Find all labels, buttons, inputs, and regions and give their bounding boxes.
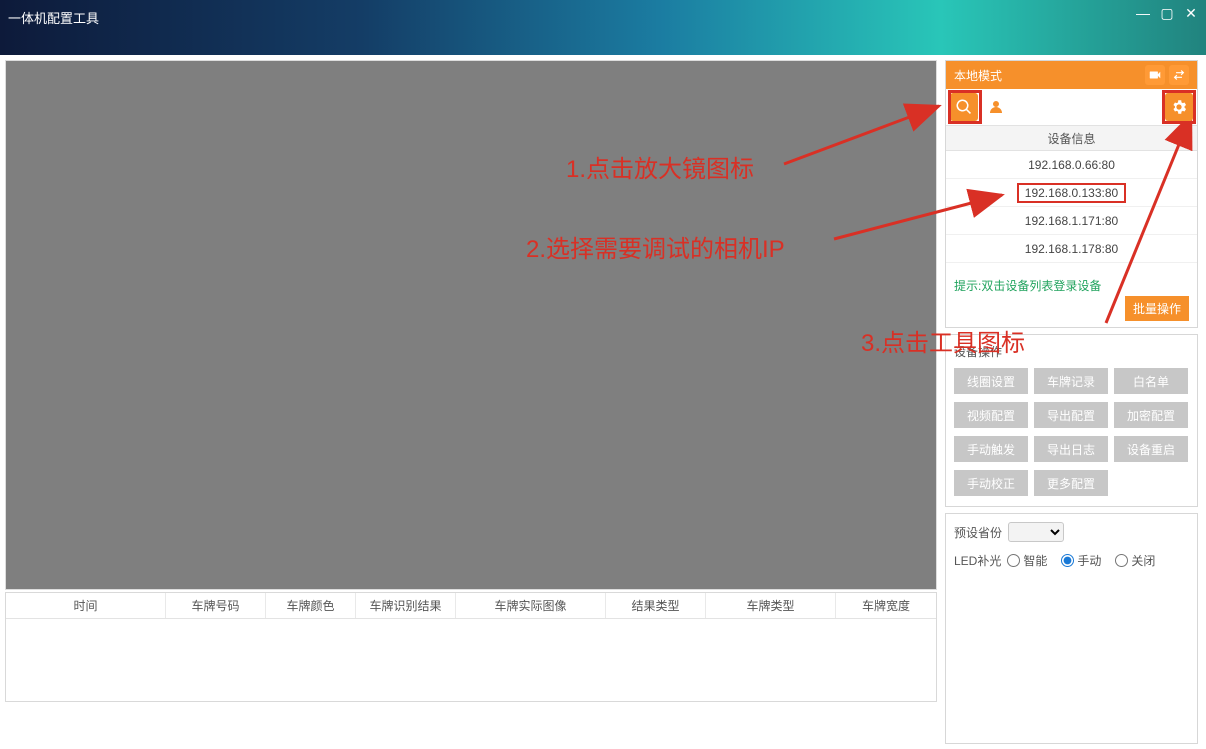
col-real-image: 车牌实际图像 bbox=[456, 593, 606, 618]
arrow-step2 bbox=[834, 181, 1009, 241]
manual-correct-button[interactable]: 手动校正 bbox=[954, 470, 1028, 496]
title-bar: 一体机配置工具 ― ▢ ✕ bbox=[0, 0, 1206, 55]
col-plate-type: 车牌类型 bbox=[706, 593, 836, 618]
video-preview: 1.点击放大镜图标 2.选择需要调试的相机IP 3.点击工具图标 bbox=[5, 60, 937, 590]
col-result-type: 结果类型 bbox=[606, 593, 706, 618]
camera-icon[interactable] bbox=[1145, 65, 1165, 85]
whitelist-button[interactable]: 白名单 bbox=[1114, 368, 1188, 394]
highlight-gear bbox=[1162, 90, 1196, 124]
app-body: 1.点击放大镜图标 2.选择需要调试的相机IP 3.点击工具图标 时间 车牌号码 bbox=[0, 55, 1206, 749]
col-plate-width: 车牌宽度 bbox=[836, 593, 936, 618]
plate-record-button[interactable]: 车牌记录 bbox=[1034, 368, 1108, 394]
sync-icon[interactable] bbox=[1169, 65, 1189, 85]
col-time: 时间 bbox=[6, 593, 166, 618]
preferences: 预设省份 LED补光 智能 手动 关闭 bbox=[945, 513, 1198, 744]
maximize-button[interactable]: ▢ bbox=[1160, 6, 1174, 20]
export-config-button[interactable]: 导出配置 bbox=[1034, 402, 1108, 428]
province-select[interactable] bbox=[1008, 522, 1064, 542]
device-operations: 设备操作 线圈设置 车牌记录 白名单 视频配置 导出配置 加密配置 手动触发 导… bbox=[945, 334, 1198, 507]
province-label: 预设省份 bbox=[954, 524, 1002, 541]
col-plate-color: 车牌颜色 bbox=[266, 593, 356, 618]
app-title: 一体机配置工具 bbox=[8, 6, 99, 27]
led-radio-off[interactable]: 关闭 bbox=[1115, 552, 1155, 569]
video-config-button[interactable]: 视频配置 bbox=[954, 402, 1028, 428]
toolbar bbox=[946, 89, 1197, 125]
mode-title: 本地模式 bbox=[954, 67, 1002, 84]
annotation-step3: 3.点击工具图标 bbox=[861, 323, 1025, 358]
manual-trigger-button[interactable]: 手动触发 bbox=[954, 436, 1028, 462]
coil-settings-button[interactable]: 线圈设置 bbox=[954, 368, 1028, 394]
col-recognition: 车牌识别结果 bbox=[356, 593, 456, 618]
led-radio-auto[interactable]: 智能 bbox=[1007, 552, 1047, 569]
minimize-button[interactable]: ― bbox=[1136, 6, 1150, 20]
annotation-step2: 2.选择需要调试的相机IP bbox=[526, 229, 785, 264]
close-button[interactable]: ✕ bbox=[1184, 6, 1198, 20]
export-log-button[interactable]: 导出日志 bbox=[1034, 436, 1108, 462]
side-header: 本地模式 bbox=[946, 61, 1197, 89]
more-config-button[interactable]: 更多配置 bbox=[1034, 470, 1108, 496]
led-radio-manual[interactable]: 手动 bbox=[1061, 552, 1101, 569]
arrow-step1 bbox=[784, 96, 949, 166]
main-column: 1.点击放大镜图标 2.选择需要调试的相机IP 3.点击工具图标 时间 车牌号码 bbox=[0, 55, 942, 749]
device-reboot-button[interactable]: 设备重启 bbox=[1114, 436, 1188, 462]
annotation-step1: 1.点击放大镜图标 bbox=[566, 149, 754, 184]
col-plate-number: 车牌号码 bbox=[166, 593, 266, 618]
user-ip-icon[interactable] bbox=[982, 93, 1010, 121]
arrow-step3 bbox=[1026, 111, 1206, 326]
encrypt-config-button[interactable]: 加密配置 bbox=[1114, 402, 1188, 428]
result-table-header: 时间 车牌号码 车牌颜色 车牌识别结果 车牌实际图像 结果类型 车牌类型 车牌宽… bbox=[6, 593, 936, 619]
highlight-search bbox=[948, 90, 982, 124]
led-label: LED补光 bbox=[954, 552, 1001, 569]
window-controls: ― ▢ ✕ bbox=[1136, 6, 1198, 20]
result-table: 时间 车牌号码 车牌颜色 车牌识别结果 车牌实际图像 结果类型 车牌类型 车牌宽… bbox=[5, 592, 937, 702]
